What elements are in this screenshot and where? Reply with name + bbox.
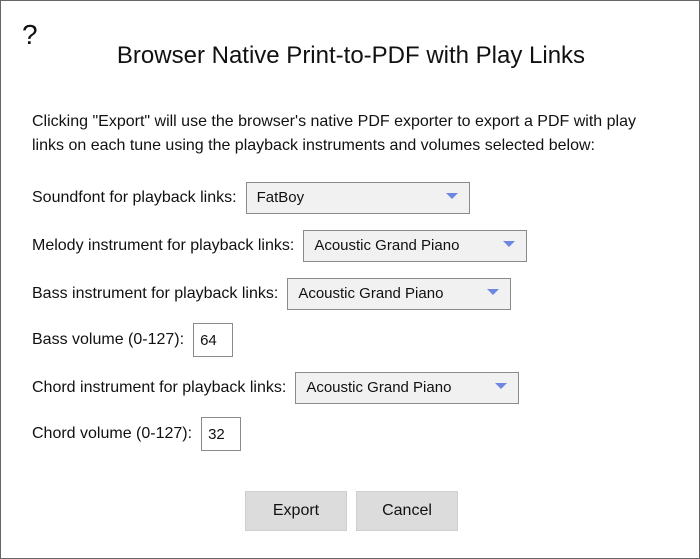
dialog-title: Browser Native Print-to-PDF with Play Li… xyxy=(116,42,586,69)
chord-volume-input[interactable] xyxy=(201,417,242,451)
bass-instrument-label: Bass instrument for playback links: xyxy=(32,285,279,302)
export-button[interactable]: Export xyxy=(245,491,347,531)
cancel-button[interactable]: Cancel xyxy=(356,491,458,531)
bass-instrument-select[interactable]: Acoustic Grand Piano xyxy=(287,278,512,310)
bass-volume-label: Bass volume (0-127): xyxy=(32,331,185,348)
dialog-description: Clicking "Export" will use the browser's… xyxy=(32,113,636,154)
melody-instrument-select[interactable]: Acoustic Grand Piano xyxy=(303,230,528,262)
chord-instrument-label: Chord instrument for playback links: xyxy=(32,379,287,396)
melody-instrument-row: Melody instrument for playback links: Ac… xyxy=(32,230,528,262)
export-dialog: ? Browser Native Print-to-PDF with Play … xyxy=(0,0,700,559)
melody-instrument-label: Melody instrument for playback links: xyxy=(32,237,295,254)
chord-instrument-row: Chord instrument for playback links: Aco… xyxy=(32,372,520,404)
bass-instrument-selected-value: Acoustic Grand Piano xyxy=(298,285,444,302)
soundfont-label: Soundfont for playback links: xyxy=(32,189,237,206)
bass-volume-row: Bass volume (0-127): xyxy=(32,323,234,357)
chevron-down-icon xyxy=(487,289,500,295)
chord-volume-label: Chord volume (0-127): xyxy=(32,425,193,442)
chord-volume-row: Chord volume (0-127): xyxy=(32,417,242,451)
chord-instrument-select[interactable]: Acoustic Grand Piano xyxy=(295,372,520,404)
bass-instrument-row: Bass instrument for playback links: Acou… xyxy=(32,278,512,310)
soundfont-selected-value: FatBoy xyxy=(256,189,305,206)
soundfont-select[interactable]: FatBoy xyxy=(245,182,470,214)
soundfont-row: Soundfont for playback links: FatBoy xyxy=(32,182,470,214)
bass-volume-input[interactable] xyxy=(193,323,234,357)
chord-instrument-selected-value: Acoustic Grand Piano xyxy=(306,379,452,396)
chevron-down-icon xyxy=(503,241,516,247)
chevron-down-icon xyxy=(445,193,458,199)
melody-instrument-selected-value: Acoustic Grand Piano xyxy=(314,237,460,254)
chevron-down-icon xyxy=(495,383,508,389)
